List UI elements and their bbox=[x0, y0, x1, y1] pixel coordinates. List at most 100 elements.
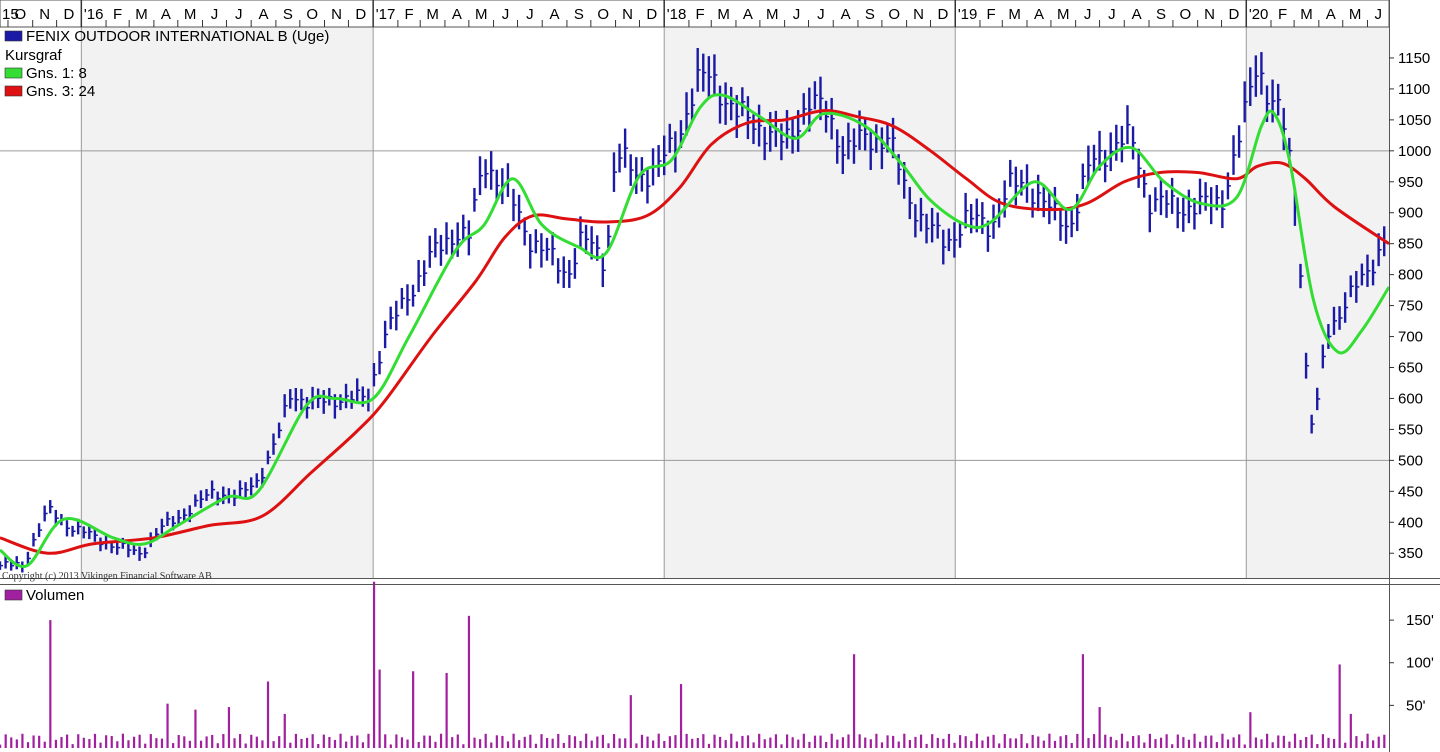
price-tick-label: 750 bbox=[1398, 298, 1423, 315]
volume-bar bbox=[451, 737, 454, 748]
volume-bar bbox=[1025, 743, 1029, 748]
month-label: M bbox=[184, 6, 197, 23]
month-label: J bbox=[817, 6, 825, 23]
volume-bar bbox=[1031, 734, 1034, 748]
volume-bar bbox=[612, 733, 616, 748]
volume-bar bbox=[730, 733, 733, 748]
volume-bar bbox=[233, 738, 236, 748]
volume-bar bbox=[808, 741, 811, 748]
volume-bar bbox=[841, 737, 845, 748]
price-tick-label: 1150 bbox=[1398, 50, 1430, 67]
volume-bar bbox=[1199, 741, 1202, 748]
volume-bar bbox=[1037, 736, 1040, 748]
month-label: S bbox=[1156, 6, 1166, 23]
volume-bar bbox=[551, 738, 554, 748]
volume-bar bbox=[1014, 738, 1018, 748]
volume-bar bbox=[903, 733, 906, 748]
volume-tick-label: 100' bbox=[1406, 655, 1434, 672]
volume-bar bbox=[1254, 737, 1258, 748]
volume-bar bbox=[847, 734, 850, 748]
month-label: M bbox=[1057, 6, 1070, 23]
volume-bar bbox=[802, 733, 805, 748]
volume-bar bbox=[317, 743, 320, 748]
legend-ma-long: Gns. 3: 24 bbox=[26, 83, 95, 100]
price-tick-label: 350 bbox=[1398, 545, 1423, 562]
volume-bar bbox=[211, 734, 214, 748]
volume-bar bbox=[144, 743, 147, 748]
volume-bar bbox=[1087, 738, 1090, 748]
month-label: J bbox=[1084, 6, 1092, 23]
volume-bar bbox=[216, 743, 219, 748]
month-label: M bbox=[1300, 6, 1313, 23]
year-label: '17 bbox=[376, 6, 396, 23]
month-label: O bbox=[306, 6, 318, 23]
volume-bar bbox=[289, 742, 292, 748]
month-label: M bbox=[717, 6, 730, 23]
volume-bar bbox=[1316, 744, 1319, 748]
volume-bar bbox=[15, 739, 18, 748]
volume-bar bbox=[155, 738, 158, 748]
volume-bar bbox=[82, 737, 85, 748]
volume-bar bbox=[434, 741, 437, 748]
volume-bar bbox=[188, 740, 191, 748]
volume-bar bbox=[886, 735, 889, 748]
volume-bar bbox=[339, 733, 342, 748]
volume-bar bbox=[99, 742, 102, 748]
volume-bar bbox=[970, 741, 973, 748]
volume-bar bbox=[707, 743, 711, 748]
volume-bar bbox=[925, 743, 928, 748]
volume-bar bbox=[892, 735, 895, 748]
volume-bar bbox=[356, 735, 359, 748]
month-label: O bbox=[597, 6, 609, 23]
volume-bar bbox=[1165, 734, 1168, 748]
volume-bar bbox=[1159, 737, 1163, 748]
volume-bar bbox=[1193, 733, 1196, 748]
month-label: N bbox=[331, 6, 342, 23]
volume-bar bbox=[462, 744, 465, 748]
volume-bar bbox=[986, 736, 990, 748]
volume-bar bbox=[1332, 738, 1336, 748]
month-label: D bbox=[355, 6, 366, 23]
month-label: D bbox=[937, 6, 948, 23]
volume-bar bbox=[668, 736, 671, 748]
volume-bar bbox=[1349, 713, 1352, 748]
volume-bar bbox=[32, 735, 35, 748]
volume-bar bbox=[618, 738, 621, 748]
month-label: J bbox=[211, 6, 219, 23]
volume-bar bbox=[71, 744, 74, 748]
volume-bar bbox=[557, 733, 560, 748]
volume-bar bbox=[590, 740, 593, 748]
month-label: M bbox=[1008, 6, 1021, 23]
volume-bar bbox=[406, 739, 409, 748]
volume-bar bbox=[518, 740, 521, 748]
volume-bar bbox=[724, 740, 727, 748]
volume-bar bbox=[283, 713, 286, 748]
volume-bar bbox=[501, 735, 504, 748]
volume-bar bbox=[227, 707, 231, 748]
volume-bar bbox=[1098, 707, 1101, 748]
volume-bar bbox=[534, 743, 538, 748]
volume-bar bbox=[1070, 742, 1073, 748]
price-tick-label: 1050 bbox=[1398, 112, 1431, 129]
volume-bar bbox=[947, 733, 951, 748]
volume-bar bbox=[1293, 733, 1297, 748]
volume-bar bbox=[328, 736, 331, 748]
volume-bar bbox=[417, 742, 420, 748]
volume-bar bbox=[1383, 734, 1386, 748]
volume-bar bbox=[121, 733, 124, 748]
volume-bar bbox=[1249, 712, 1252, 748]
volume-bar bbox=[1182, 737, 1185, 748]
volume-bar bbox=[813, 735, 817, 748]
volume-bar bbox=[1344, 742, 1347, 748]
month-label: O bbox=[14, 6, 26, 23]
volume-bar bbox=[261, 740, 264, 748]
month-label: F bbox=[987, 6, 996, 23]
volume-bar bbox=[758, 733, 761, 748]
volume-bar bbox=[1076, 733, 1079, 748]
legend-volume: Volumen bbox=[26, 587, 84, 604]
legend-swatch-ma-short bbox=[4, 67, 23, 79]
volume-bar bbox=[250, 734, 253, 748]
volume-bar bbox=[702, 734, 705, 748]
volume-bar bbox=[880, 742, 884, 748]
volume-bar bbox=[1020, 733, 1023, 748]
